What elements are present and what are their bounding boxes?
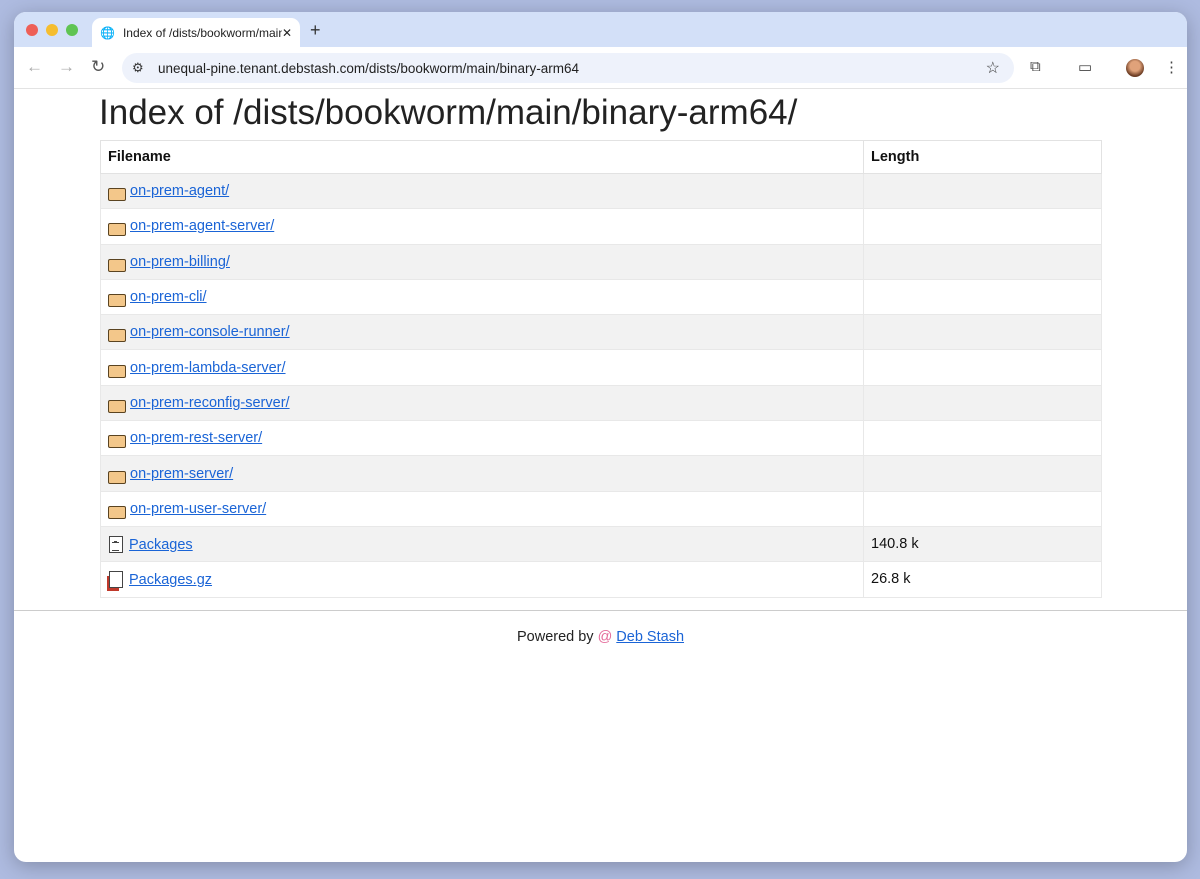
table-row: on-prem-user-server/ [100, 490, 1102, 527]
filename-cell: on-prem-console-runner/ [100, 314, 864, 351]
table-row: on-prem-agent-server/ [100, 208, 1102, 245]
table-row: on-prem-server/ [100, 455, 1102, 492]
extensions-icon[interactable]: ⧉ [1030, 58, 1041, 75]
file-link[interactable]: on-prem-server/ [130, 466, 233, 482]
table-row: Packages 140.8 k [100, 525, 1102, 563]
site-settings-icon[interactable]: ⚙ [132, 60, 154, 76]
table-row: on-prem-console-runner/ [100, 314, 1102, 351]
new-tab-button[interactable]: + [310, 20, 321, 41]
menu-icon[interactable]: ⋮ [1164, 58, 1179, 76]
filename-cell: on-prem-reconfig-server/ [100, 384, 864, 422]
length-cell [863, 384, 1102, 422]
table-row: on-prem-lambda-server/ [100, 349, 1102, 386]
tab-active[interactable]: 🌐 Index of /dists/bookworm/main/binary-a… [92, 18, 300, 47]
footer-prefix: Powered by [516, 629, 594, 645]
file-link[interactable]: on-prem-billing/ [130, 254, 230, 270]
toolbar: ← → ↻ ⚙ unequal-pine.tenant.debstash.com… [14, 47, 1187, 89]
folder-icon [108, 435, 126, 449]
filename-cell: on-prem-user-server/ [100, 490, 864, 527]
reload-button[interactable]: ↻ [91, 57, 105, 77]
filename-cell: on-prem-server/ [100, 455, 864, 492]
tab-bar: 🌐 Index of /dists/bookworm/main/binary-a… [14, 12, 1187, 47]
file-link[interactable]: on-prem-lambda-server/ [130, 360, 286, 376]
file-link[interactable]: on-prem-agent/ [130, 183, 229, 199]
file-link[interactable]: on-prem-agent-server/ [130, 218, 274, 234]
browser-window: 🌐 Index of /dists/bookworm/main/binary-a… [14, 12, 1187, 862]
folder-icon [108, 258, 126, 272]
file-link[interactable]: on-prem-reconfig-server/ [130, 395, 290, 411]
deb-stash-link[interactable]: Deb Stash [616, 629, 684, 645]
maximize-window-button[interactable] [66, 24, 78, 36]
table-row: on-prem-reconfig-server/ [100, 384, 1102, 422]
globe-icon: 🌐 [100, 25, 115, 40]
page-title: Index of /dists/bookworm/main/binary-arm… [99, 93, 798, 132]
table-row: Packages.gz 26.8 k [100, 561, 1102, 598]
file-link[interactable]: on-prem-console-runner/ [130, 324, 290, 340]
debian-swirl-icon: @ [597, 629, 613, 645]
filename-cell: on-prem-agent-server/ [100, 208, 864, 245]
close-window-button[interactable] [26, 24, 38, 36]
column-header-length: Length [863, 140, 1102, 174]
filename-cell: on-prem-lambda-server/ [100, 349, 864, 386]
length-cell [863, 243, 1102, 280]
table-row: on-prem-billing/ [100, 243, 1102, 280]
length-cell [863, 455, 1102, 492]
file-link[interactable]: Packages.gz [129, 572, 212, 588]
length-cell: 140.8 k [863, 525, 1102, 563]
filename-cell: Packages.gz [100, 561, 864, 598]
divider [14, 610, 1187, 611]
avatar[interactable] [1126, 59, 1144, 77]
footer: Powered by @ Deb Stash [14, 629, 1187, 645]
archive-icon [109, 570, 123, 588]
bookmark-star-icon[interactable]: ☆ [986, 58, 1000, 78]
length-cell [863, 314, 1102, 351]
file-table: Filename Length on-prem-agent/on-prem-ag… [100, 140, 1102, 598]
filename-cell: on-prem-rest-server/ [100, 420, 864, 457]
file-link[interactable]: on-prem-cli/ [130, 289, 207, 305]
length-cell [863, 490, 1102, 527]
file-link[interactable]: on-prem-user-server/ [130, 501, 266, 517]
address-bar[interactable]: ⚙ unequal-pine.tenant.debstash.com/dists… [122, 53, 1014, 83]
filename-cell: on-prem-cli/ [100, 278, 864, 316]
back-button[interactable]: ← [26, 57, 43, 77]
length-cell [863, 278, 1102, 316]
tab-search-icon[interactable]: ▭ [1078, 58, 1092, 76]
table-row: on-prem-rest-server/ [100, 420, 1102, 457]
filename-cell: on-prem-billing/ [100, 243, 864, 280]
length-cell [863, 420, 1102, 457]
folder-icon [108, 364, 126, 378]
tab-title: Index of /dists/bookworm/main/binary-arm… [122, 25, 282, 40]
document-icon [109, 535, 123, 553]
filename-cell: on-prem-agent/ [100, 172, 864, 210]
length-cell [863, 349, 1102, 386]
folder-icon [108, 470, 126, 484]
filename-cell: Packages [100, 525, 864, 563]
table-row: on-prem-cli/ [100, 278, 1102, 316]
forward-button[interactable]: → [58, 57, 75, 77]
file-link[interactable]: on-prem-rest-server/ [130, 430, 262, 446]
folder-icon [108, 399, 126, 413]
folder-icon [108, 188, 126, 202]
minimize-window-button[interactable] [46, 24, 58, 36]
folder-icon [108, 329, 126, 343]
folder-icon [108, 294, 126, 308]
table-row: on-prem-agent/ [100, 172, 1102, 210]
close-tab-icon[interactable]: ✕ [282, 26, 292, 40]
length-cell: 26.8 k [863, 561, 1102, 598]
folder-icon [108, 505, 126, 519]
folder-icon [108, 223, 126, 237]
length-cell [863, 208, 1102, 245]
length-cell [863, 172, 1102, 210]
file-link[interactable]: Packages [129, 537, 193, 553]
column-header-filename: Filename [100, 140, 864, 174]
url-text[interactable]: unequal-pine.tenant.debstash.com/dists/b… [158, 61, 579, 76]
